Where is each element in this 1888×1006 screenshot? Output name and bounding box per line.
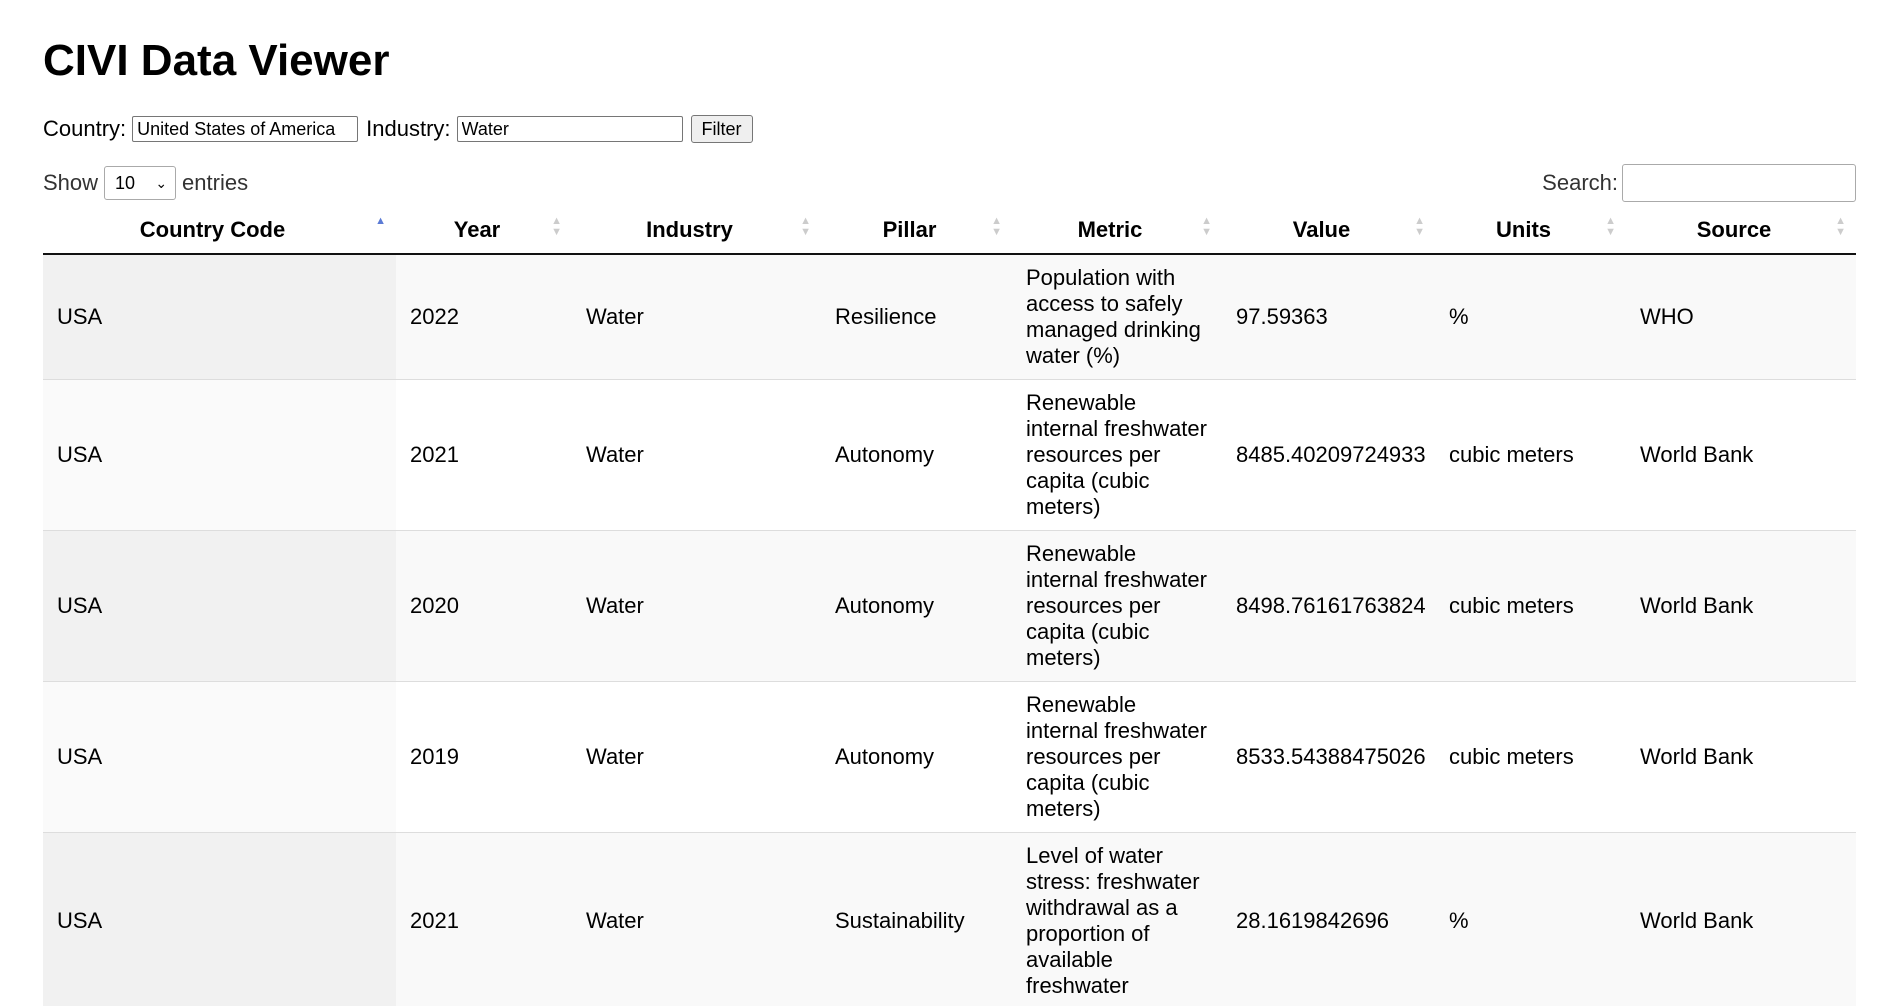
table-row: USA 2019 Water Autonomy Renewable intern… [43,681,1856,833]
table-cell: World Bank [1626,530,1856,682]
table-cell: Water [572,832,821,1006]
chevron-down-icon: ⌄ [155,174,168,191]
table-cell: Water [572,254,821,380]
table-cell: 2019 [396,681,572,833]
table-cell: WHO [1626,254,1856,380]
table-cell: Autonomy [821,379,1012,531]
table-cell: Resilience [821,254,1012,380]
table-cell: 8533.54388475026 [1222,681,1435,833]
table-cell: Autonomy [821,530,1012,682]
column-header-label: Value [1292,216,1351,242]
table-cell: 2021 [396,832,572,1006]
table-cell: World Bank [1626,379,1856,531]
column-header[interactable]: Country Code ▲ [43,206,396,255]
table-cell: USA [43,254,396,380]
table-header-row: Country Code ▲ Year ▲ ▼ Industry ▲ ▼ Pillar ▲ ▼… [43,206,1856,255]
table-cell: 2020 [396,530,572,682]
table-cell: % [1435,254,1626,380]
table-cell: Water [572,530,821,682]
sort-icon: ▲ ▼ [1605,215,1616,238]
table-cell: USA [43,832,396,1006]
table-cell: % [1435,832,1626,1006]
table-cell: 2021 [396,379,572,531]
page-title: CIVI Data Viewer [43,36,390,85]
filter-button[interactable]: Filter [690,115,753,143]
column-header-label: Source [1696,216,1772,242]
sort-icon: ▲ ▼ [1835,215,1846,238]
table-cell: Autonomy [821,681,1012,833]
column-header-label: Metric [1077,216,1143,242]
sort-icon: ▲ ▼ [991,215,1002,238]
column-header[interactable]: Industry ▲ ▼ [572,206,821,255]
column-header-label: Year [453,216,501,242]
entries-label: entries [182,170,249,195]
search-input[interactable] [1622,164,1856,202]
table-cell: Renewable internal freshwater resources … [1012,530,1222,682]
table-cell: Water [572,379,821,531]
table-cell: Population with access to safely managed… [1012,254,1222,380]
country-input[interactable] [132,116,359,142]
table-row: USA 2022 Water Resilience Population wit… [43,254,1856,380]
search-control: Search: [1542,164,1856,202]
entries-select[interactable]: 10 ⌄ [104,166,177,200]
data-table: Country Code ▲ Year ▲ ▼ Industry ▲ ▼ Pillar ▲ ▼… [43,206,1856,1006]
table-cell: Water [572,681,821,833]
column-header[interactable]: Source ▲ ▼ [1626,206,1856,255]
page: CIVI Data Viewer Country: Industry: Filt… [0,0,1888,1006]
table-cell: Renewable internal freshwater resources … [1012,681,1222,833]
table-cell: USA [43,379,396,531]
search-label: Search: [1542,170,1618,195]
show-label: Show [43,170,99,195]
entries-length-control: Show 10 ⌄ entries [43,164,248,202]
table-cell: 97.59363 [1222,254,1435,380]
industry-label: Industry: [366,116,451,141]
table-cell: Level of water stress: freshwater withdr… [1012,832,1222,1006]
table-cell: 28.1619842696 [1222,832,1435,1006]
column-header[interactable]: Pillar ▲ ▼ [821,206,1012,255]
sort-icon: ▲ ▼ [1201,215,1212,238]
table-cell: cubic meters [1435,379,1626,531]
filter-form: Country: Industry: Filter [43,114,753,144]
table-cell: 8485.40209724933 [1222,379,1435,531]
sort-icon: ▲ ▼ [551,215,562,238]
table-cell: USA [43,530,396,682]
table-cell: Renewable internal freshwater resources … [1012,379,1222,531]
table-cell: cubic meters [1435,681,1626,833]
column-header-label: Industry [646,216,733,242]
table-row: USA 2020 Water Autonomy Renewable intern… [43,530,1856,682]
table-cell: World Bank [1626,832,1856,1006]
sort-ascending-icon: ▲ [375,215,386,227]
table-row: USA 2021 Water Sustainability Level of w… [43,832,1856,1006]
column-header[interactable]: Value ▲ ▼ [1222,206,1435,255]
column-header-label: Country Code [139,216,286,242]
country-label: Country: [43,116,127,141]
table-cell: World Bank [1626,681,1856,833]
table-cell: Sustainability [821,832,1012,1006]
column-header-label: Pillar [882,216,937,242]
table-cell: 2022 [396,254,572,380]
column-header[interactable]: Units ▲ ▼ [1435,206,1626,255]
entries-select-value: 10 [115,172,136,193]
column-header[interactable]: Metric ▲ ▼ [1012,206,1222,255]
sort-icon: ▲ ▼ [1414,215,1425,238]
table-cell: cubic meters [1435,530,1626,682]
column-header-label: Units [1496,216,1551,242]
sort-icon: ▲ ▼ [800,215,811,238]
table-row: USA 2021 Water Autonomy Renewable intern… [43,379,1856,531]
industry-input[interactable] [456,116,683,142]
table-cell: USA [43,681,396,833]
column-header[interactable]: Year ▲ ▼ [396,206,572,255]
table-cell: 8498.76161763824 [1222,530,1435,682]
